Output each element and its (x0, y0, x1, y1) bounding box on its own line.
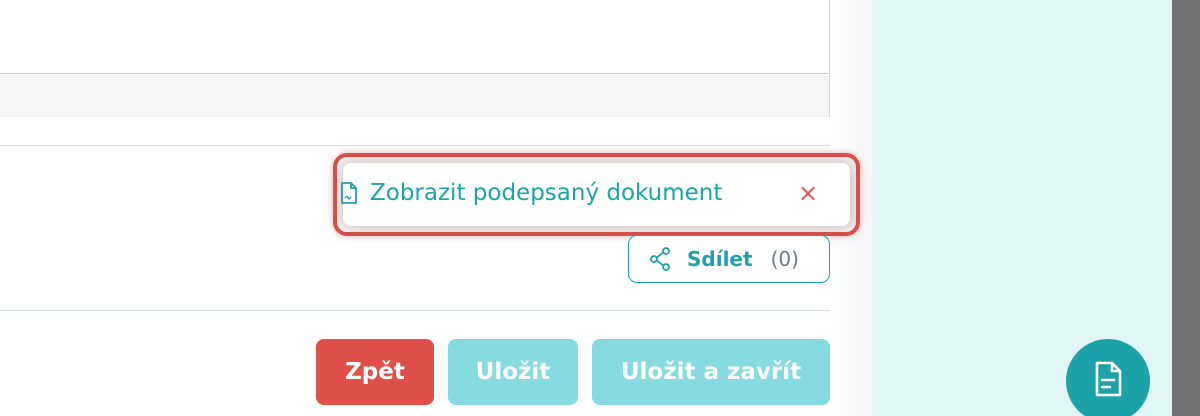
share-count: (0) (770, 247, 799, 271)
editor-status-bar (0, 75, 830, 117)
save-button[interactable]: Uložit (448, 339, 578, 405)
save-and-close-button[interactable]: Uložit a zavřít (592, 339, 830, 405)
view-signed-document-link[interactable]: Zobrazit podepsaný dokument (340, 176, 722, 210)
share-icon (649, 247, 671, 271)
section-divider (0, 310, 830, 311)
editor-area[interactable] (0, 0, 830, 74)
document-icon (340, 182, 358, 204)
share-label: Sdílet (687, 247, 753, 271)
section-divider (0, 145, 830, 146)
share-button[interactable]: Sdílet (0) (628, 235, 830, 283)
document-icon (1093, 361, 1123, 401)
close-icon[interactable]: × (798, 178, 818, 208)
view-signed-document-label: Zobrazit podepsaný dokument (370, 180, 723, 206)
back-button[interactable]: Zpět (316, 339, 434, 405)
scrollbar-track[interactable] (1172, 0, 1200, 416)
documents-fab-button[interactable] (1066, 339, 1150, 416)
